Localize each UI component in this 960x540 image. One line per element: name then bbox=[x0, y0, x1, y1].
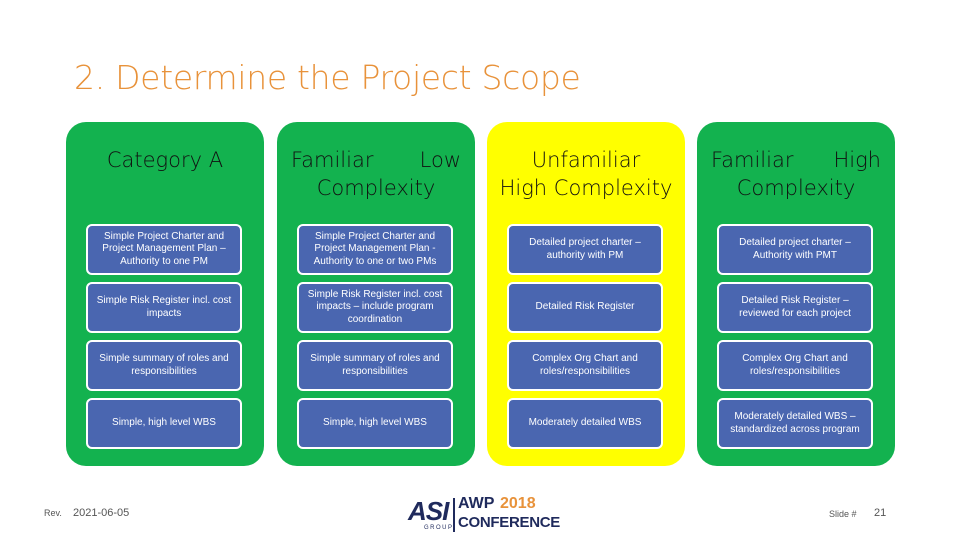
heading-line: Familiar Low bbox=[287, 146, 465, 174]
column-heading: Unfamiliar High Complexity bbox=[497, 146, 675, 206]
scope-card: Simple, high level WBS bbox=[86, 398, 242, 449]
column-unfamiliar-high-complexity: Unfamiliar High Complexity Detailed proj… bbox=[487, 122, 685, 466]
scope-card: Simple, high level WBS bbox=[297, 398, 453, 449]
heading-word: Low bbox=[419, 148, 461, 172]
column-heading: Familiar High Complexity bbox=[707, 146, 885, 206]
heading-word: High bbox=[833, 148, 881, 172]
scope-card: Moderately detailed WBS – standardized a… bbox=[717, 398, 873, 449]
heading-word: Familiar bbox=[291, 148, 374, 172]
scope-card: Simple Risk Register incl. cost impacts bbox=[86, 282, 242, 333]
column-familiar-low-complexity: Familiar Low Complexity Simple Project C… bbox=[277, 122, 475, 466]
heading-line: Complexity bbox=[316, 176, 436, 200]
scope-card: Detailed Risk Register – reviewed for ea… bbox=[717, 282, 873, 333]
logo-divider bbox=[453, 498, 455, 532]
heading-line: Complexity bbox=[736, 176, 856, 200]
scope-card: Complex Org Chart and roles/responsibili… bbox=[717, 340, 873, 391]
scope-card: Moderately detailed WBS bbox=[507, 398, 663, 449]
heading-line: High Complexity bbox=[499, 176, 673, 200]
column-heading: Familiar Low Complexity bbox=[287, 146, 465, 206]
slide-number-label: Slide # bbox=[829, 509, 857, 519]
conference-logo: ASI GROUP AWP 2018 CONFERENCE bbox=[408, 494, 560, 536]
revision-label: Rev. bbox=[44, 508, 62, 518]
scope-card: Detailed project charter – authority wit… bbox=[507, 224, 663, 275]
logo-awp-text: AWP bbox=[458, 495, 495, 512]
heading-line: Familiar High bbox=[707, 146, 885, 174]
column-heading: Category A bbox=[76, 146, 254, 206]
heading-word: Familiar bbox=[711, 148, 794, 172]
slide-number: 21 bbox=[874, 507, 887, 519]
scope-card: Simple Risk Register incl. cost impacts … bbox=[297, 282, 453, 333]
scope-card: Simple Project Charter and Project Manag… bbox=[297, 224, 453, 275]
scope-card: Simple summary of roles and responsibili… bbox=[297, 340, 453, 391]
logo-asi-text: ASI bbox=[408, 496, 449, 526]
logo-conference-text: CONFERENCE bbox=[458, 514, 561, 531]
scope-card: Simple summary of roles and responsibili… bbox=[86, 340, 242, 391]
logo-group-text: GROUP bbox=[424, 525, 454, 531]
scope-card: Detailed Risk Register bbox=[507, 282, 663, 333]
revision-date: 2021-06-05 bbox=[73, 507, 130, 519]
scope-card: Complex Org Chart and roles/responsibili… bbox=[507, 340, 663, 391]
scope-card: Detailed project charter – Authority wit… bbox=[717, 224, 873, 275]
scope-card: Simple Project Charter and Project Manag… bbox=[86, 224, 242, 275]
heading-line: Unfamiliar bbox=[531, 148, 641, 172]
column-category-a: Category A Simple Project Charter and Pr… bbox=[66, 122, 264, 466]
column-familiar-high-complexity: Familiar High Complexity Detailed projec… bbox=[697, 122, 895, 466]
slide-title: 2. Determine the Project Scope bbox=[74, 58, 581, 97]
logo-year-text: 2018 bbox=[500, 495, 536, 512]
heading-line: Category A bbox=[106, 148, 224, 172]
